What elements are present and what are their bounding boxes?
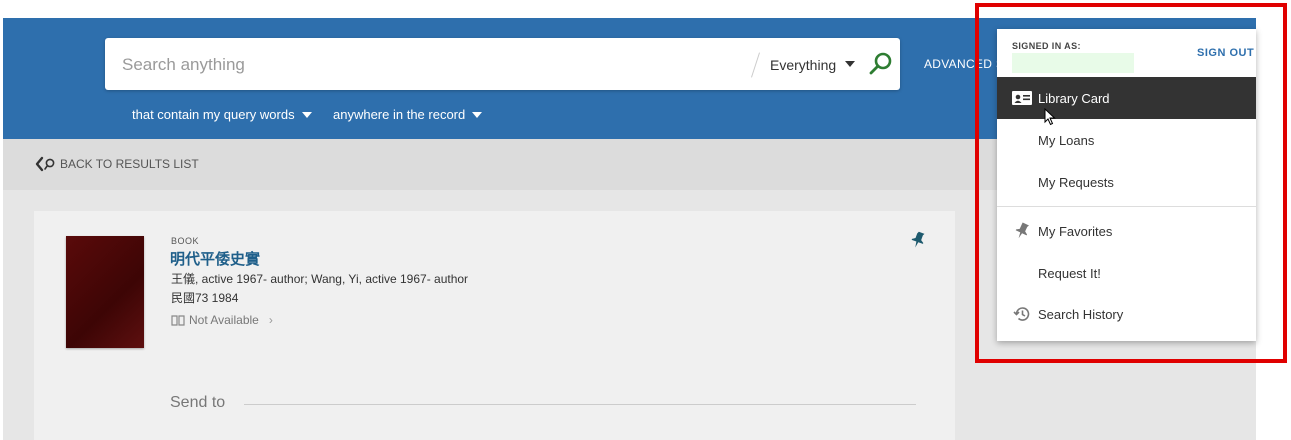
back-search-icon xyxy=(35,156,55,172)
search-field-dropdown[interactable]: anywhere in the record xyxy=(333,107,483,122)
record-date: 民國73 1984 xyxy=(171,291,239,305)
caret-down-icon[interactable] xyxy=(845,61,855,67)
search-scope-select[interactable]: Everything xyxy=(770,57,836,73)
book-icon xyxy=(171,315,185,326)
search-input[interactable] xyxy=(122,52,722,78)
chevron-right-icon: › xyxy=(268,313,273,327)
back-to-results-link[interactable]: BACK TO RESULTS LIST xyxy=(35,156,199,172)
availability-status: Not Available xyxy=(189,313,259,327)
query-match-dropdown[interactable]: that contain my query words xyxy=(132,107,312,122)
availability-link[interactable]: Not Available › xyxy=(171,313,273,327)
send-to-heading: Send to xyxy=(170,394,226,411)
caret-down-icon xyxy=(301,111,312,118)
send-to-divider xyxy=(244,404,916,405)
search-divider xyxy=(751,52,760,78)
query-match-label: that contain my query words xyxy=(132,107,295,122)
record-author: 王儀, active 1967- author; Wang, Yi, activ… xyxy=(171,272,469,286)
book-cover-image[interactable] xyxy=(66,236,144,348)
pin-icon[interactable] xyxy=(910,231,926,249)
search-box: Everything xyxy=(105,38,900,90)
record-title[interactable]: 明代平倭史實 xyxy=(170,248,260,269)
search-field-label: anywhere in the record xyxy=(333,107,466,122)
record-card: BOOK 明代平倭史實 王儀, active 1967- author; Wan… xyxy=(34,211,955,440)
back-to-results-label: BACK TO RESULTS LIST xyxy=(60,157,199,171)
caret-down-icon xyxy=(472,111,483,118)
search-icon[interactable] xyxy=(868,51,894,77)
record-type: BOOK xyxy=(171,236,200,246)
highlight-annotation xyxy=(975,3,1287,363)
